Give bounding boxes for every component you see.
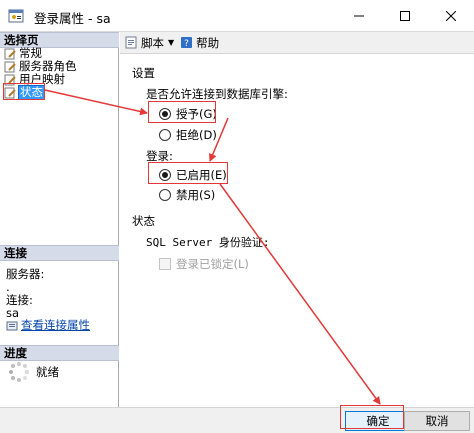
highlight-box-status-page (3, 83, 45, 100)
locked-label: 登录已锁定(L) (176, 257, 249, 271)
disabled-label: 禁用(S) (176, 188, 216, 202)
settings-section-label: 设置 (132, 66, 155, 80)
login-label: 登录: (146, 149, 173, 163)
highlight-box-enabled (148, 162, 228, 184)
maximize-button[interactable] (382, 0, 428, 32)
script-label: 脚本 (141, 35, 164, 50)
auth-label: SQL Server 身份验证: (146, 236, 270, 249)
highlight-box-ok (340, 405, 404, 429)
checkbox-unchecked-icon (159, 258, 171, 270)
deny-radio[interactable]: 拒绝(D) (159, 128, 217, 142)
db-engine-question: 是否允许连接到数据库引擎: (146, 87, 288, 101)
select-page-header: 选择页 (0, 32, 119, 48)
page-wrench-icon (4, 61, 16, 72)
minimize-icon (354, 15, 364, 17)
script-icon (125, 36, 137, 49)
server-label: 服务器: (6, 267, 45, 281)
window-title: 登录属性 - sa (34, 11, 111, 26)
login-properties-icon (8, 9, 24, 23)
maximize-icon (400, 11, 410, 21)
progress-status-label: 就绪 (36, 365, 59, 379)
close-button[interactable] (428, 0, 474, 32)
script-button[interactable]: 脚本 ▼ (125, 35, 174, 51)
right-panel: 脚本 ▼ ? 帮助 设置 是否允许连接到数据库引擎: 授予(G) 拒绝(D) 登… (120, 32, 474, 407)
deny-label: 拒绝(D) (176, 128, 217, 142)
page-wrench-icon (4, 48, 16, 59)
help-button[interactable]: ? 帮助 (180, 35, 219, 51)
close-icon (446, 11, 456, 21)
disabled-radio[interactable]: 禁用(S) (159, 188, 215, 202)
progress-spinner-icon (9, 362, 29, 382)
title-bar: 登录属性 - sa (0, 0, 474, 32)
view-connection-link[interactable]: 查看连接属性 (6, 319, 90, 332)
svg-text:?: ? (184, 39, 189, 49)
help-label: 帮助 (196, 35, 220, 50)
progress-header: 进度 (0, 345, 119, 361)
chevron-down-icon[interactable]: ▼ (168, 38, 174, 47)
cancel-button[interactable]: 取消 (404, 411, 470, 431)
highlight-box-grant (148, 101, 216, 123)
radio-unselected-icon (159, 129, 171, 141)
minimize-button[interactable] (336, 0, 382, 32)
radio-unselected-icon (159, 189, 171, 201)
connection-properties-icon (6, 321, 18, 330)
help-icon: ? (181, 37, 193, 49)
progress-status: 就绪 (8, 361, 59, 383)
connection-header: 连接 (0, 245, 119, 261)
locked-checkbox[interactable]: 登录已锁定(L) (159, 256, 249, 272)
status-section-label: 状态 (132, 214, 155, 228)
toolbar: 脚本 ▼ ? 帮助 (120, 32, 474, 54)
